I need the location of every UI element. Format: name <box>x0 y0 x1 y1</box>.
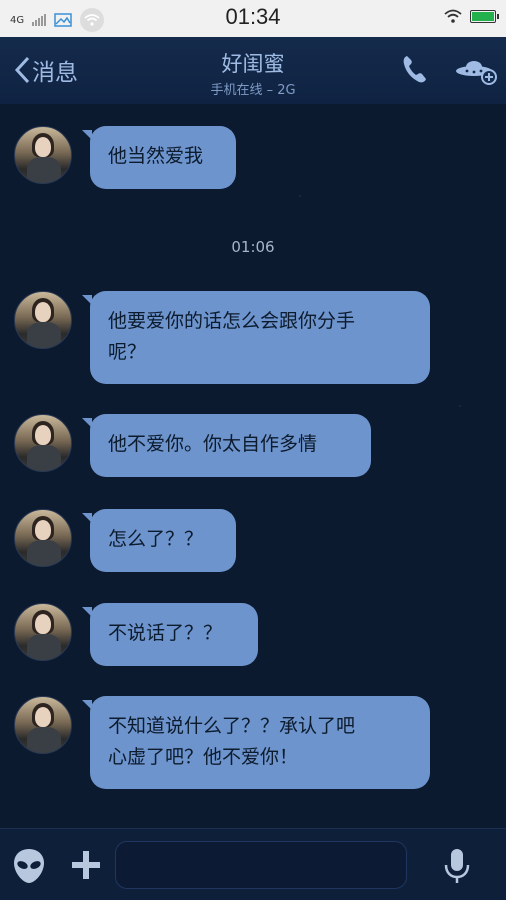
ufo-add-icon <box>456 61 497 85</box>
more-options-button[interactable] <box>70 849 102 885</box>
chat-header: 消息 好闺蜜 手机在线 – 2G <box>0 37 506 105</box>
message-input[interactable] <box>115 841 407 889</box>
battery-level <box>472 11 494 21</box>
contact-avatar[interactable] <box>14 126 72 184</box>
message-bubble[interactable]: 他当然爱我 <box>82 126 236 189</box>
contact-avatar[interactable] <box>14 696 72 754</box>
message-bubble[interactable]: 不说话了？？ <box>82 603 258 666</box>
wifi-icon <box>444 9 462 23</box>
message-text: 呢？ <box>108 341 147 363</box>
contact-avatar[interactable] <box>14 603 72 661</box>
message-bubble[interactable]: 他不爱你。你太自作多情 <box>82 414 371 477</box>
battery-icon <box>470 9 499 23</box>
message-text: 心虚了吧？他不爱你！ <box>108 746 299 768</box>
input-bar <box>0 828 506 900</box>
contact-name: 好闺蜜 <box>221 52 285 76</box>
message-text: 不知道说什么了？？承认了吧 <box>108 715 356 737</box>
time-divider: 01:06 <box>231 238 275 256</box>
status-right <box>444 9 499 23</box>
chat-area[interactable]: 他当然爱我 01:06 他要爱你的话怎么会跟你分手 呢？ 他不爱你。你太自作多情… <box>0 106 506 828</box>
add-to-group-button[interactable] <box>454 57 498 89</box>
message-text: 不说话了？？ <box>108 622 223 644</box>
voice-button[interactable] <box>442 847 472 889</box>
emoji-button[interactable] <box>12 847 46 889</box>
phone-icon <box>403 56 426 83</box>
clock: 01:34 <box>225 4 281 29</box>
plus-icon <box>72 851 100 879</box>
call-button[interactable] <box>402 54 428 88</box>
contact-avatar[interactable] <box>14 414 72 472</box>
message-text: 他不爱你。你太自作多情 <box>108 433 318 455</box>
message-bubble[interactable]: 不知道说什么了？？承认了吧 心虚了吧？他不爱你！ <box>82 696 430 789</box>
message-bubble[interactable]: 他要爱你的话怎么会跟你分手 呢？ <box>82 291 430 384</box>
status-bar: 4G 01:34 <box>0 0 506 37</box>
message-bubble[interactable]: 怎么了？？ <box>82 509 236 572</box>
microphone-icon <box>444 849 470 883</box>
alien-emoji-icon <box>14 849 44 883</box>
message-text: 怎么了？？ <box>108 528 204 550</box>
contact-avatar[interactable] <box>14 509 72 567</box>
message-text: 他当然爱我 <box>108 145 204 167</box>
message-text: 他要爱你的话怎么会跟你分手 <box>108 310 356 332</box>
online-status: 手机在线 – 2G <box>210 83 296 98</box>
contact-avatar[interactable] <box>14 291 72 349</box>
